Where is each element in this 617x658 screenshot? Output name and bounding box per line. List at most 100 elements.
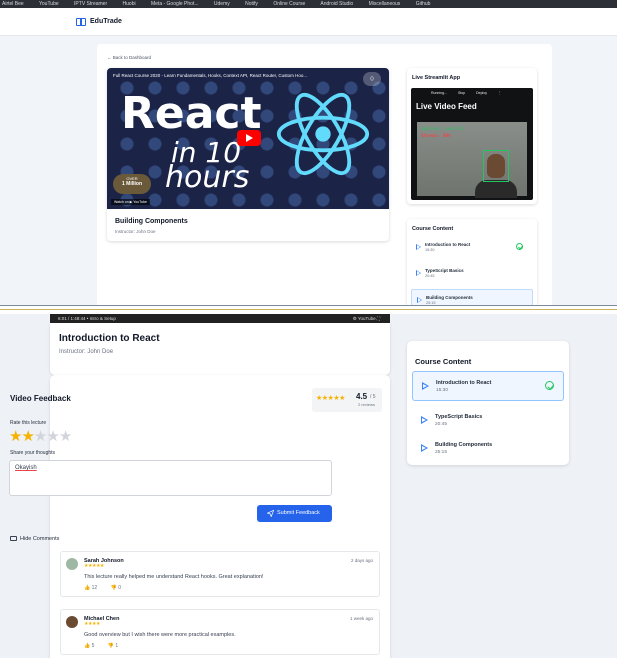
star-3-icon[interactable]: ★ xyxy=(34,428,47,445)
course-item-duration: 20:45 xyxy=(435,422,448,427)
course-item-building-components[interactable]: Building Components 25:15 xyxy=(411,289,533,305)
dislike-button[interactable]: 👎 0 xyxy=(111,585,127,591)
play-icon xyxy=(416,270,421,276)
course-content-title: Course Content xyxy=(412,226,454,232)
bottom-screenshot: 6:01 / 1:48:44 • Intro & Setup ⚙ YouTube… xyxy=(0,314,617,658)
book-icon xyxy=(76,17,86,26)
play-icon xyxy=(417,297,422,303)
dislike-count: 0 xyxy=(118,585,121,591)
bookmark[interactable]: Android Studio xyxy=(320,1,353,7)
review-count: 2 reviews xyxy=(358,402,375,407)
course-item-name: TypeScript Basics xyxy=(435,414,483,420)
comment-text: Good overview but I wish there were more… xyxy=(84,632,236,638)
more-menu-icon[interactable]: ⋮ xyxy=(498,91,502,95)
course-item-typescript-basics[interactable]: TypeScript Basics 20:45 xyxy=(412,406,564,436)
dislike-button[interactable]: 👎 1 xyxy=(108,643,124,649)
react-atom-icon xyxy=(276,92,370,176)
video-title[interactable]: Full React Course 2020 - Learn Fundament… xyxy=(113,73,307,78)
play-icon xyxy=(421,444,428,452)
stop-button[interactable]: Stop xyxy=(458,91,465,95)
course-item-name: Building Components xyxy=(426,295,473,300)
bookmark[interactable]: Meta - Google Phot... xyxy=(151,1,199,7)
comment-time: 1 week ago xyxy=(349,616,373,621)
streamlit-toolbar: Running... Stop Deploy ⋮ xyxy=(411,88,533,98)
comment-stars: ★★★★★ xyxy=(84,563,104,569)
thoughts-value: Okayish xyxy=(15,465,37,471)
bookmark[interactable]: Udemy xyxy=(214,1,230,7)
video-controls-bar[interactable]: 6:01 / 1:48:44 • Intro & Setup ⚙ YouTube… xyxy=(50,314,390,323)
lecture-title: Introduction to React xyxy=(59,333,160,344)
thumbnail-hours-text: hours xyxy=(165,160,250,195)
comment-text: This lecture really helped me understand… xyxy=(84,574,264,580)
brand-name[interactable]: EduTrade xyxy=(90,18,122,25)
star-4-icon[interactable]: ★ xyxy=(46,428,59,445)
watch-on-youtube-link[interactable]: Watch on ▶ YouTube xyxy=(111,199,150,205)
play-icon xyxy=(416,244,421,250)
video-card: Full React Course 2020 - Learn Fundament… xyxy=(107,68,389,241)
comment-votes: 👍 5 👎 1 xyxy=(84,643,130,649)
avatar xyxy=(66,616,78,628)
comment-votes: 👍 12 👎 0 xyxy=(84,585,133,591)
send-icon xyxy=(267,510,274,517)
course-item-introduction-to-react[interactable]: Introduction to React 15:30 xyxy=(412,371,564,401)
face-detection-box xyxy=(483,150,509,182)
course-item-duration: 25:15 xyxy=(435,450,448,455)
live-stream-card: Live Streamlit App Running... Stop Deplo… xyxy=(407,68,537,204)
player-controls[interactable]: ⚙ YouTube ⛶ xyxy=(353,314,380,323)
comment-card: Sarah Johnson ★★★★★ 2 days ago This lect… xyxy=(60,551,380,597)
course-item-duration: 15:30 xyxy=(436,388,449,393)
course-item-name: Introduction to React xyxy=(425,242,471,247)
average-rating-stars: ★★★★★ xyxy=(316,395,345,402)
play-icon xyxy=(421,416,428,424)
thoughts-textarea[interactable]: Okayish xyxy=(9,460,332,496)
bookmarks-bar: Airtel Bee YouTube IPTV Streamer Huobi M… xyxy=(0,0,617,8)
lecture-instructor: Instructor: John Doe xyxy=(59,349,114,355)
video-time: 6:01 / 1:48:44 • Intro & Setup xyxy=(58,316,116,321)
bookmark[interactable]: IPTV Streamer xyxy=(74,1,107,7)
comment-icon xyxy=(10,536,17,541)
average-rating-value: 4.5 xyxy=(356,392,368,401)
deploy-button[interactable]: Deploy xyxy=(476,91,487,95)
course-content-title: Course Content xyxy=(415,357,472,366)
bookmark[interactable]: YouTube xyxy=(39,1,59,7)
course-item-introduction-to-react[interactable]: Introduction to React 15:30 xyxy=(411,237,533,259)
star-5-icon[interactable]: ★ xyxy=(59,428,72,445)
course-item-duration: 15:30 xyxy=(425,248,435,252)
lecture-panel: ← Back to Dashboard Full React Course 20… xyxy=(97,44,552,305)
like-button[interactable]: 👍 5 xyxy=(84,643,100,649)
live-feed-heading: Live Video Feed xyxy=(416,102,477,111)
course-content-card: Course Content Introduction to React 15:… xyxy=(407,341,569,465)
submit-feedback-button[interactable]: Submit Feedback xyxy=(257,505,332,522)
like-button[interactable]: 👍 12 xyxy=(84,585,103,591)
app-header: EduTrade xyxy=(0,8,617,36)
bookmark[interactable]: Miscellaneous xyxy=(369,1,401,7)
screenshot-divider xyxy=(0,305,617,314)
like-count: 12 xyxy=(91,585,98,591)
rate-lecture-stars: ★★★★★ xyxy=(9,427,72,445)
bookmark[interactable]: Notify xyxy=(245,1,258,7)
person-shoulders xyxy=(475,180,517,198)
star-1-icon[interactable]: ★ xyxy=(9,428,22,445)
hide-comments-label: Hide Comments xyxy=(20,536,60,542)
play-button[interactable] xyxy=(237,130,261,146)
bookmark[interactable]: Github xyxy=(416,1,431,7)
comment-stars: ★★★★ xyxy=(84,621,100,627)
back-to-dashboard-link[interactable]: ← Back to Dashboard xyxy=(107,55,151,60)
badge-main: 1 Million xyxy=(122,181,142,187)
hide-comments-toggle[interactable]: Hide Comments xyxy=(10,536,59,542)
streamlit-frame: Running... Stop Deploy ⋮ Live Video Feed… xyxy=(411,88,533,200)
lecture-instructor: Instructor: John Doe xyxy=(115,229,156,234)
rating-out-of: / 5 xyxy=(370,394,376,400)
play-icon xyxy=(422,382,429,390)
course-item-building-components[interactable]: Building Components 25:15 xyxy=(412,434,564,464)
bookmark[interactable]: Online Course xyxy=(273,1,305,7)
submit-feedback-label: Submit Feedback xyxy=(277,510,320,516)
avatar xyxy=(66,558,78,570)
bookmark[interactable]: Huobi xyxy=(123,1,136,7)
course-item-typescript-basics[interactable]: TypeScript Basics 20:45 xyxy=(411,263,533,285)
star-2-icon[interactable]: ★ xyxy=(21,428,34,445)
bookmark[interactable]: Airtel Bee xyxy=(2,1,24,7)
views-badge: OVER 1 Million xyxy=(113,174,151,194)
thoughts-label: Share your thoughts xyxy=(10,450,56,456)
video-player[interactable]: Full React Course 2020 - Learn Fundament… xyxy=(107,68,389,209)
